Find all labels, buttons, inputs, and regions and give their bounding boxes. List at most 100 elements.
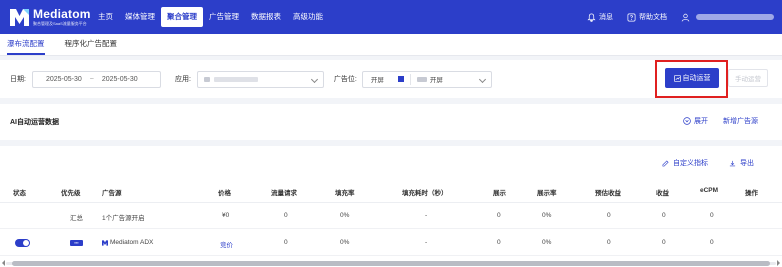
brand-name: Mediatom — [33, 7, 91, 21]
nav-reports[interactable]: 数据报表 — [245, 7, 287, 27]
scroll-right-icon[interactable] — [777, 260, 780, 266]
slot-id-redacted — [416, 76, 427, 82]
table-header: 状态 优先级 广告源 价格 流量请求 填充率 填充耗时（秒） 展示 展示率 预估… — [0, 179, 782, 203]
expand-label: 展开 — [694, 118, 708, 125]
cell-impressions: 0 — [497, 212, 501, 219]
edit-icon — [662, 159, 669, 166]
export-button[interactable]: 导出 — [729, 158, 754, 168]
cell-priority: 汇总 — [70, 215, 83, 222]
cell-impressions: 0 — [497, 239, 501, 246]
custom-metrics-button[interactable]: 自定义指标 — [662, 158, 708, 168]
nav-home[interactable]: 主页 — [92, 7, 119, 27]
app-label: 应用: — [174, 76, 191, 83]
ai-panel-title: AI自动运营数据 — [10, 119, 59, 126]
custom-metrics-label: 自定义指标 — [673, 160, 708, 167]
cell-est-revenue: 0 — [607, 212, 611, 219]
cell-source: Mediatom ADX — [110, 239, 154, 246]
horizontal-scrollbar[interactable] — [0, 259, 782, 267]
slot-value: 开屏 — [429, 77, 443, 84]
app-select[interactable] — [196, 70, 324, 88]
mediatom-logo-icon — [10, 8, 29, 26]
col-imp-rate: 展示率 — [537, 190, 557, 197]
cell-fill-time: - — [425, 239, 428, 246]
cell-est-revenue: 0 — [607, 239, 611, 246]
nav-media[interactable]: 媒体管理 — [119, 7, 161, 27]
nav-aggregation[interactable]: 聚合管理 — [161, 7, 203, 27]
chevron-down-icon — [310, 75, 318, 83]
tab-waterfall[interactable]: 瀑布流配置 — [7, 38, 45, 55]
col-fill-time: 填充耗时（秒） — [402, 190, 448, 197]
expand-button[interactable]: 展开 — [683, 116, 708, 126]
sub-tabs: 瀑布流配置 程序化广告配置 — [0, 34, 782, 56]
auto-icon — [673, 74, 681, 82]
cell-imp-rate: 0% — [542, 212, 552, 219]
auto-operation-label: 自动运营 — [682, 75, 711, 82]
add-source-button[interactable]: 新增广告源 — [723, 116, 758, 126]
username-redacted — [696, 14, 774, 20]
col-priority: 优先级 — [61, 190, 81, 197]
user-menu[interactable] — [681, 13, 774, 22]
cell-revenue: 0 — [662, 212, 666, 219]
cell-requests: 0 — [284, 212, 288, 219]
app-name-redacted — [213, 76, 258, 82]
date-range-picker[interactable]: 2025-05-30 ~ 2025-05-30 — [31, 70, 161, 88]
col-ecpm: eCPM — [700, 187, 719, 194]
col-impressions: 展示 — [493, 190, 506, 197]
date-start: 2025-05-30 — [45, 75, 82, 83]
slot-type: 开屏 — [370, 77, 384, 84]
date-label: 日期: — [10, 76, 26, 83]
auto-operation-button[interactable]: 自动运营 — [665, 68, 719, 88]
user-icon — [681, 13, 690, 22]
slot-type-icon — [397, 76, 404, 82]
brand-subtitle: 聚合管理及SaaS流量服务平台 — [33, 21, 87, 26]
cell-fill-time: - — [425, 212, 428, 219]
help-link[interactable]: 帮助文档 — [627, 12, 667, 22]
mediatom-source-icon — [102, 240, 108, 246]
col-price: 价格 — [218, 190, 231, 197]
cell-imp-rate: 0% — [542, 239, 552, 246]
cell-ecpm: 0 — [710, 239, 714, 246]
priority-badge: ▪▪▪ — [70, 240, 83, 246]
messages-link[interactable]: 消息 — [587, 12, 613, 22]
nav-advanced[interactable]: 高级功能 — [287, 7, 329, 27]
scroll-left-icon[interactable] — [2, 260, 5, 266]
tab-programmatic[interactable]: 程序化广告配置 — [65, 38, 118, 55]
brand-logo[interactable]: Mediatom 聚合管理及SaaS流量服务平台 — [10, 7, 91, 26]
ad-source-table-card: 自定义指标 导出 状态 优先级 广告源 价格 流量请求 填充率 填充耗时（秒） … — [0, 146, 782, 267]
table-row-summary: 汇总 1个广告源开启 ¥0 0 0% - 0 0% 0 0 0 — [0, 203, 782, 229]
bell-icon — [587, 13, 596, 22]
download-icon — [729, 160, 736, 166]
messages-label: 消息 — [599, 14, 613, 21]
status-toggle[interactable] — [15, 239, 30, 247]
cell-source: 1个广告源开启 — [102, 215, 145, 222]
help-icon — [627, 13, 636, 21]
cell-revenue: 0 — [662, 239, 666, 246]
col-source: 广告源 — [102, 190, 122, 197]
table-row: ▪▪▪ Mediatom ADX 竞价 0 0% - 0 0% 0 0 0 — [0, 230, 782, 256]
export-label: 导出 — [740, 160, 754, 167]
manual-operation-button[interactable]: 手动运营 — [728, 69, 768, 87]
date-end: 2025-05-30 — [101, 75, 138, 83]
slot-select[interactable]: 开屏 开屏 — [361, 70, 492, 88]
date-separator: ~ — [89, 75, 94, 83]
nav-ads[interactable]: 广告管理 — [203, 7, 245, 27]
slot-label: 广告位: — [333, 76, 357, 83]
col-requests: 流量请求 — [271, 190, 297, 197]
ai-panel: AI自动运营数据 — [0, 104, 782, 140]
help-label: 帮助文档 — [639, 14, 667, 21]
col-revenue: 收益 — [656, 190, 669, 197]
cell-fill-rate: 0% — [340, 239, 350, 246]
scrollbar-thumb[interactable] — [12, 261, 770, 266]
col-fill-rate: 填充率 — [335, 190, 355, 197]
cell-fill-rate: 0% — [340, 212, 350, 219]
cell-ecpm: 0 — [710, 212, 714, 219]
cell-price-bidding[interactable]: 竞价 — [220, 239, 233, 249]
col-status: 状态 — [13, 190, 26, 197]
col-est-revenue: 预估收益 — [595, 190, 621, 197]
col-action: 操作 — [745, 190, 758, 197]
cell-price: ¥0 — [222, 212, 230, 219]
chevron-down-icon — [478, 75, 486, 83]
main-nav: 主页 媒体管理 聚合管理 广告管理 数据报表 高级功能 — [92, 0, 329, 34]
top-navbar: Mediatom 聚合管理及SaaS流量服务平台 主页 媒体管理 聚合管理 广告… — [0, 0, 782, 34]
app-icon-redacted — [203, 76, 210, 82]
